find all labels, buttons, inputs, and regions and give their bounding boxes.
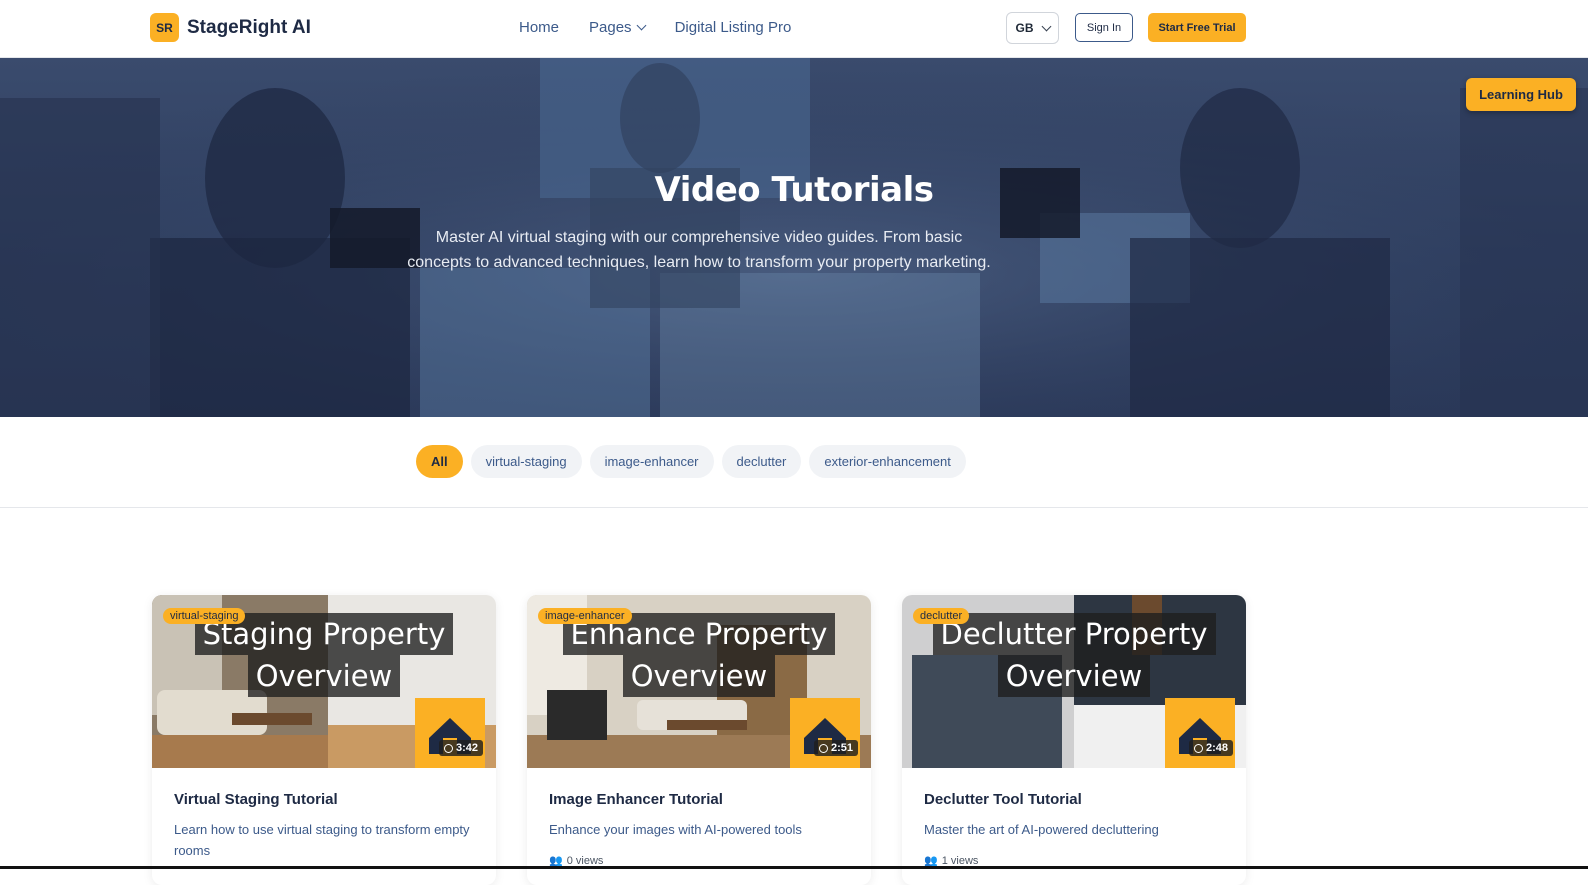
thumbnail-title-line2: Overview [247, 655, 401, 697]
card-title[interactable]: Declutter Tool Tutorial [924, 791, 1082, 808]
nav-home[interactable]: Home [519, 19, 559, 36]
page-title: Video Tutorials [654, 170, 935, 210]
thumbnail-title-line2: Overview [997, 655, 1151, 697]
category-filters: All virtual-staging image-enhancer declu… [0, 417, 1588, 508]
category-tag: declutter [913, 608, 970, 624]
card-description: Enhance your images with AI-powered tool… [549, 822, 802, 837]
chevron-down-icon [1041, 21, 1051, 31]
nav-pages[interactable]: Pages [589, 19, 647, 36]
start-free-trial-button[interactable]: Start Free Trial [1148, 13, 1246, 42]
filter-exterior-enhancement[interactable]: exterior-enhancement [809, 445, 966, 478]
duration-text: 3:42 [455, 742, 478, 754]
filter-image-enhancer[interactable]: image-enhancer [589, 445, 714, 478]
house-logo-icon [1165, 698, 1235, 768]
video-card[interactable]: Enhance Property Overview image-enhancer… [527, 595, 871, 885]
video-thumbnail[interactable]: Enhance Property Overview image-enhancer… [527, 595, 871, 768]
nav-pages-label: Pages [589, 19, 632, 36]
video-card[interactable]: Staging Property Overview virtual-stagin… [152, 595, 496, 885]
filter-declutter[interactable]: declutter [721, 445, 802, 478]
nav-home-label: Home [519, 19, 560, 36]
category-tag: virtual-staging [163, 608, 246, 624]
clock-icon [1193, 743, 1203, 753]
filter-virtual-staging[interactable]: virtual-staging [470, 445, 582, 478]
house-logo-icon [415, 698, 485, 768]
hero-banner: Learning Hub Video Tutorials Master AI v… [0, 58, 1588, 417]
card-description: Learn how to use virtual staging to tran… [174, 822, 470, 858]
video-card[interactable]: Declutter Property Overview declutter 2:… [902, 595, 1246, 885]
card-description: Master the art of AI-powered declutterin… [924, 822, 1159, 837]
video-thumbnail[interactable]: Staging Property Overview virtual-stagin… [152, 595, 496, 768]
filter-all[interactable]: All [416, 445, 463, 478]
duration-text: 2:51 [830, 742, 853, 754]
card-title[interactable]: Virtual Staging Tutorial [174, 791, 338, 808]
learning-hub-button[interactable]: Learning Hub [1466, 78, 1576, 111]
category-tag: image-enhancer [538, 608, 632, 624]
hero-subtitle: Master AI virtual staging with our compr… [407, 229, 991, 271]
house-logo-icon [790, 698, 860, 768]
language-select[interactable]: GB [1006, 12, 1059, 44]
view-count-text: 1 views [941, 854, 979, 867]
card-title[interactable]: Image Enhancer Tutorial [549, 791, 723, 808]
clock-icon [818, 743, 828, 753]
brand-logo[interactable]: SR StageRight AI [150, 13, 311, 42]
logo-badge: SR [150, 13, 179, 42]
nav-digital-listing-label: Digital Listing Pro [674, 19, 792, 36]
logo-text: StageRight AI [187, 16, 311, 38]
thumbnail-title-line2: Overview [622, 655, 776, 697]
top-header: SR StageRight AI Home Pages Digital List… [0, 0, 1588, 58]
video-thumbnail[interactable]: Declutter Property Overview declutter 2:… [902, 595, 1246, 768]
clock-icon [443, 743, 453, 753]
nav-digital-listing-pro[interactable]: Digital Listing Pro [675, 19, 792, 36]
video-duration: 3:42 [438, 740, 483, 756]
view-count-text: 0 views [566, 854, 604, 867]
video-duration: 2:51 [813, 740, 858, 756]
sign-in-button[interactable]: Sign In [1075, 13, 1133, 42]
language-value: GB [1015, 21, 1034, 35]
chevron-down-icon [636, 20, 647, 31]
thumbnail-title-line1: Declutter Property [932, 613, 1216, 655]
video-duration: 2:48 [1188, 740, 1233, 756]
main-nav: Home Pages Digital Listing Pro [519, 19, 791, 36]
duration-text: 2:48 [1205, 742, 1228, 754]
